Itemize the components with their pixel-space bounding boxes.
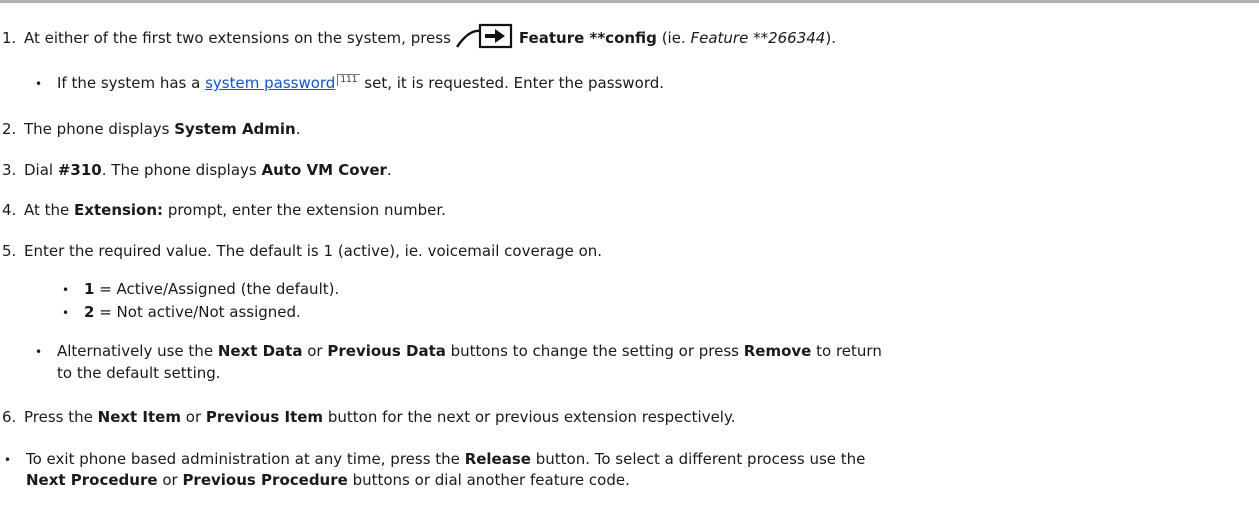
button-name: Previous Procedure: [182, 471, 348, 489]
step-text: .: [295, 120, 301, 138]
step-1: 1. At either of the first two extensions …: [2, 23, 836, 53]
step-text: The phone displays: [24, 120, 175, 138]
prompt-text: Extension:: [74, 201, 164, 219]
value-key: 1: [84, 280, 95, 298]
note-text: to return: [811, 342, 882, 360]
note-text: Alternatively use the: [57, 342, 218, 360]
value-item-1: • 1 = Active/Assigned (the default).: [62, 280, 339, 298]
step-number: 1.: [2, 29, 17, 47]
example-code: Feature **266344: [690, 29, 826, 47]
alternative-note: • Alternatively use the Next Data or Prev…: [35, 342, 882, 360]
step-4: 4. At the Extension: prompt, enter the ex…: [2, 201, 446, 219]
button-name: Next Item: [97, 408, 181, 426]
note-text: or: [302, 342, 328, 360]
alternative-note-line-2: to the default setting.: [57, 364, 221, 382]
step-text: At either of the first two extensions on…: [24, 29, 451, 47]
step-5: 5. Enter the required value. The default …: [2, 242, 602, 260]
note-text: button. To select a different process us…: [530, 450, 866, 468]
bullet-icon: •: [35, 345, 43, 359]
button-name: Previous Item: [205, 408, 324, 426]
value-desc: = Active/Assigned (the default).: [94, 280, 340, 298]
bullet-icon: •: [35, 77, 43, 91]
bullet-icon: •: [62, 306, 70, 320]
step-3: 3. Dial #310. The phone displays Auto VM …: [2, 161, 392, 179]
button-name: Remove: [743, 342, 812, 360]
button-name: Next Procedure: [26, 471, 158, 489]
note-text: buttons or dial another feature code.: [347, 471, 630, 489]
step-text: prompt, enter the extension number.: [163, 201, 446, 219]
step-text: At the: [24, 201, 75, 219]
bullet-icon: •: [4, 453, 12, 467]
step-text: or: [181, 408, 206, 426]
step-number: 5.: [2, 242, 17, 260]
display-text: Auto VM Cover: [261, 161, 387, 179]
step-text: Enter the required value. The default is…: [24, 242, 603, 260]
step-text: (ie.: [656, 29, 691, 47]
step-number: 6.: [2, 408, 17, 426]
step-number: 4.: [2, 201, 17, 219]
top-bar: [0, 0, 1259, 3]
value-key: 2: [84, 303, 95, 321]
note-text: set, it is requested. Enter the password…: [359, 74, 665, 92]
display-text: System Admin: [174, 120, 296, 138]
dial-code: #310: [57, 161, 102, 179]
note-text: to the default setting.: [57, 364, 221, 382]
step-text: Press the: [24, 408, 98, 426]
exit-note: • To exit phone based administration at a…: [4, 450, 865, 468]
step-text: Dial: [24, 161, 58, 179]
step-number: 2.: [2, 120, 17, 138]
note-text: or: [157, 471, 183, 489]
button-name: Next Data: [217, 342, 303, 360]
step-text: . The phone displays: [101, 161, 262, 179]
step-text: ).: [825, 29, 836, 47]
note-text: buttons to change the setting or press: [445, 342, 744, 360]
step-text: button for the next or previous extensio…: [323, 408, 736, 426]
step-number: 3.: [2, 161, 17, 179]
note-text: To exit phone based administration at an…: [26, 450, 465, 468]
value-desc: = Not active/Not assigned.: [94, 303, 301, 321]
step-2: 2. The phone displays System Admin.: [2, 120, 301, 138]
bullet-icon: •: [62, 283, 70, 297]
note-text: If the system has a: [57, 74, 206, 92]
value-item-2: • 2 = Not active/Not assigned.: [62, 303, 301, 321]
feature-config-code: Feature **config: [518, 29, 657, 47]
button-name: Release: [464, 450, 531, 468]
exit-note-line-2: Next Procedure or Previous Procedure but…: [26, 471, 630, 489]
password-note: • If the system has a system password 111 …: [35, 74, 664, 92]
feature-button-icon: [455, 23, 513, 53]
button-name: Previous Data: [327, 342, 446, 360]
page-reference[interactable]: 111: [337, 74, 360, 86]
step-text: .: [386, 161, 392, 179]
step-6: 6. Press the Next Item or Previous Item b…: [2, 408, 735, 426]
system-password-link[interactable]: system password: [205, 74, 335, 92]
